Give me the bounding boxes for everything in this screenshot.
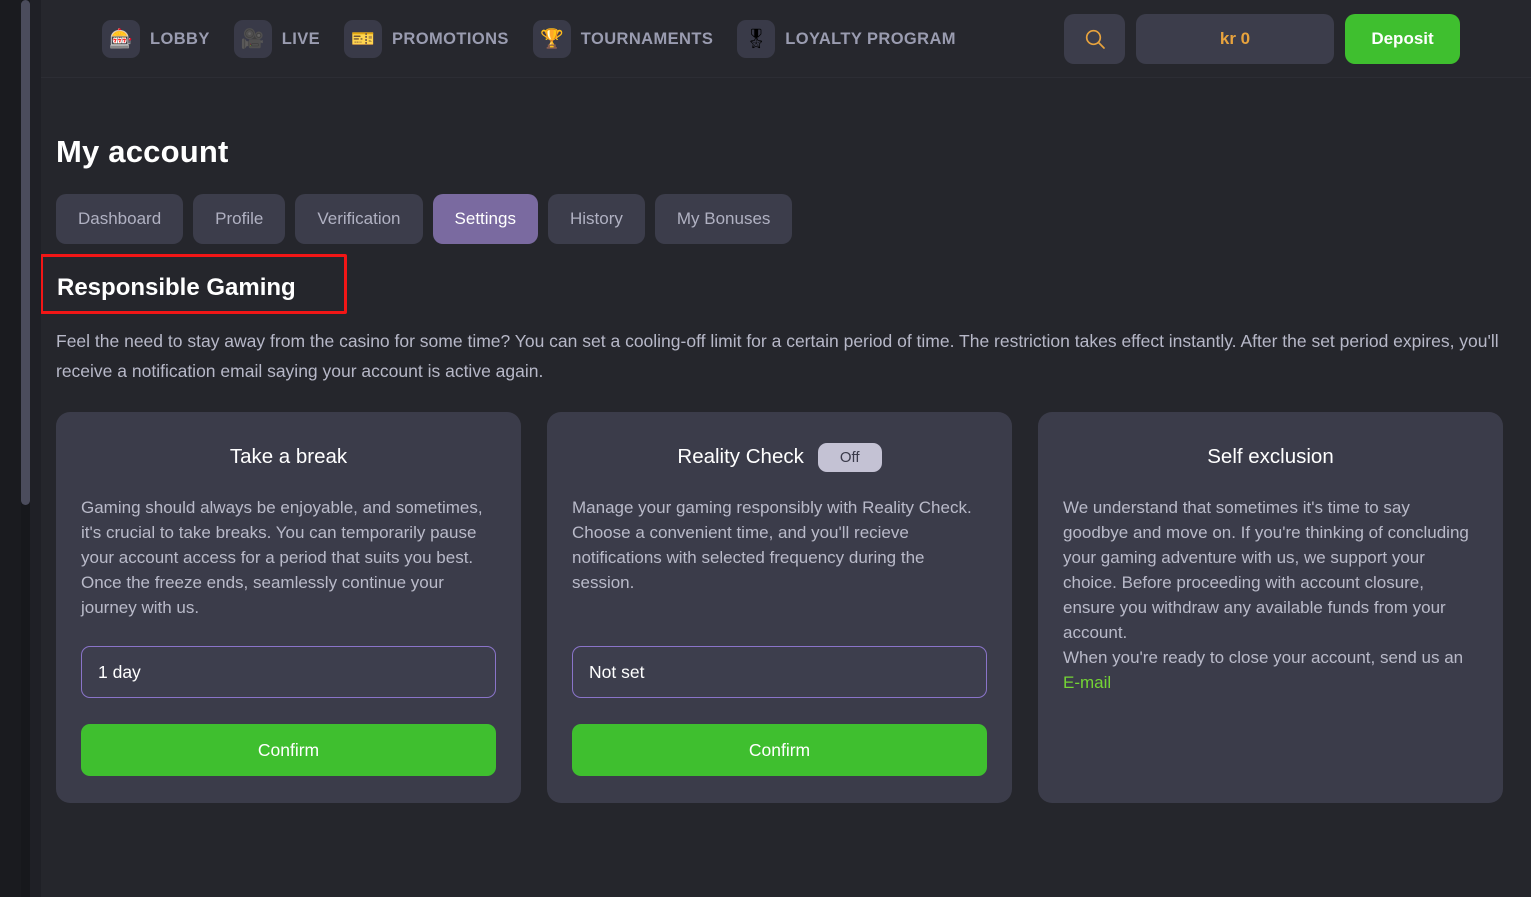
reality-check-confirm-button[interactable]: Confirm [572, 724, 987, 776]
page-title: My account [56, 134, 229, 169]
account-tabs: Dashboard Profile Verification Settings … [56, 194, 1531, 244]
tab-my-bonuses[interactable]: My Bonuses [654, 194, 793, 244]
take-a-break-confirm-button[interactable]: Confirm [81, 724, 496, 776]
search-button[interactable] [1064, 14, 1125, 64]
section-title: Responsible Gaming [57, 274, 296, 301]
nav-item-promotions[interactable]: 🎫 PROMOTIONS [344, 20, 509, 58]
nav-label-tournaments: TOURNAMENTS [580, 29, 714, 48]
card-header-self-exclusion: Self exclusion [1063, 440, 1478, 474]
page-scrollbar-thumb[interactable] [21, 0, 30, 505]
card-body-self-exclusion: We understand that sometimes it's time t… [1063, 495, 1478, 695]
card-title-reality-check: Reality Check [677, 445, 804, 468]
card-title-take-a-break: Take a break [229, 445, 348, 468]
ticket-icon: 🎫 [344, 20, 383, 58]
live-dealer-icon: 🎥 [233, 20, 272, 58]
card-body-take-a-break: Gaming should always be enjoyable, and s… [81, 498, 483, 617]
nav-item-tournaments[interactable]: 🏆 TOURNAMENTS [532, 20, 714, 58]
laurel-medal-icon: 🎖 [737, 20, 776, 58]
nav-item-lobby[interactable]: 🎰 LOBBY [102, 20, 210, 58]
email-link[interactable]: E-mail [1063, 673, 1111, 692]
nav-item-live[interactable]: 🎥 LIVE [233, 20, 321, 58]
card-reality-check: Reality Check Off Manage your gaming res… [547, 412, 1012, 803]
header-actions: kr 0 Deposit [1064, 0, 1460, 78]
card-header-reality-check: Reality Check Off [572, 440, 987, 474]
card-title-self-exclusion: Self exclusion [1207, 445, 1334, 468]
tab-history[interactable]: History [547, 194, 645, 244]
window-left-gutter [0, 0, 21, 897]
search-icon [1085, 29, 1105, 49]
card-take-a-break: Take a break Gaming should always be enj… [56, 412, 521, 803]
deposit-button[interactable]: Deposit [1345, 14, 1460, 64]
tab-profile[interactable]: Profile [193, 194, 286, 244]
balance-display[interactable]: kr 0 [1136, 14, 1334, 64]
section-header: Responsible Gaming [40, 254, 347, 314]
self-exclusion-paragraph-1: We understand that sometimes it's time t… [1063, 498, 1469, 642]
card-header-take-a-break: Take a break [81, 440, 496, 474]
take-a-break-duration-select[interactable]: 1 day [81, 646, 496, 698]
card-self-exclusion: Self exclusion We understand that someti… [1038, 412, 1503, 803]
slot-machine-icon: 🎰 [102, 20, 140, 58]
nav-label-live: LIVE [281, 29, 321, 48]
app-window: 🎰 LOBBY 🎥 LIVE 🎫 PROMOTIONS 🏆 TOURNAMENT… [30, 0, 1531, 897]
trophy-icon: 🏆 [532, 20, 571, 58]
reality-check-frequency-select[interactable]: Not set [572, 646, 987, 698]
site-header: 🎰 LOBBY 🎥 LIVE 🎫 PROMOTIONS 🏆 TOURNAMENT… [30, 0, 1531, 78]
window-left-edge [30, 0, 41, 897]
page-scrollbar[interactable] [21, 0, 30, 897]
self-exclusion-paragraph-2: When you're ready to close your account,… [1063, 648, 1464, 667]
tab-settings[interactable]: Settings [432, 194, 538, 244]
card-body-reality-check: Manage your gaming responsibly with Real… [572, 498, 972, 592]
responsible-gaming-cards: Take a break Gaming should always be enj… [56, 412, 1531, 803]
reality-check-toggle[interactable]: Off [817, 442, 882, 472]
main-navigation: 🎰 LOBBY 🎥 LIVE 🎫 PROMOTIONS 🏆 TOURNAMENT… [102, 0, 980, 78]
nav-label-promotions: PROMOTIONS [392, 29, 509, 48]
main-content: My account Dashboard Profile Verificatio… [30, 134, 1531, 803]
nav-label-loyalty-program: LOYALTY PROGRAM [785, 29, 956, 48]
section-description: Feel the need to stay away from the casi… [56, 331, 1499, 381]
tab-verification[interactable]: Verification [295, 194, 423, 244]
nav-label-lobby: LOBBY [150, 29, 210, 48]
tab-dashboard[interactable]: Dashboard [56, 194, 184, 244]
nav-item-loyalty-program[interactable]: 🎖 LOYALTY PROGRAM [737, 20, 956, 58]
